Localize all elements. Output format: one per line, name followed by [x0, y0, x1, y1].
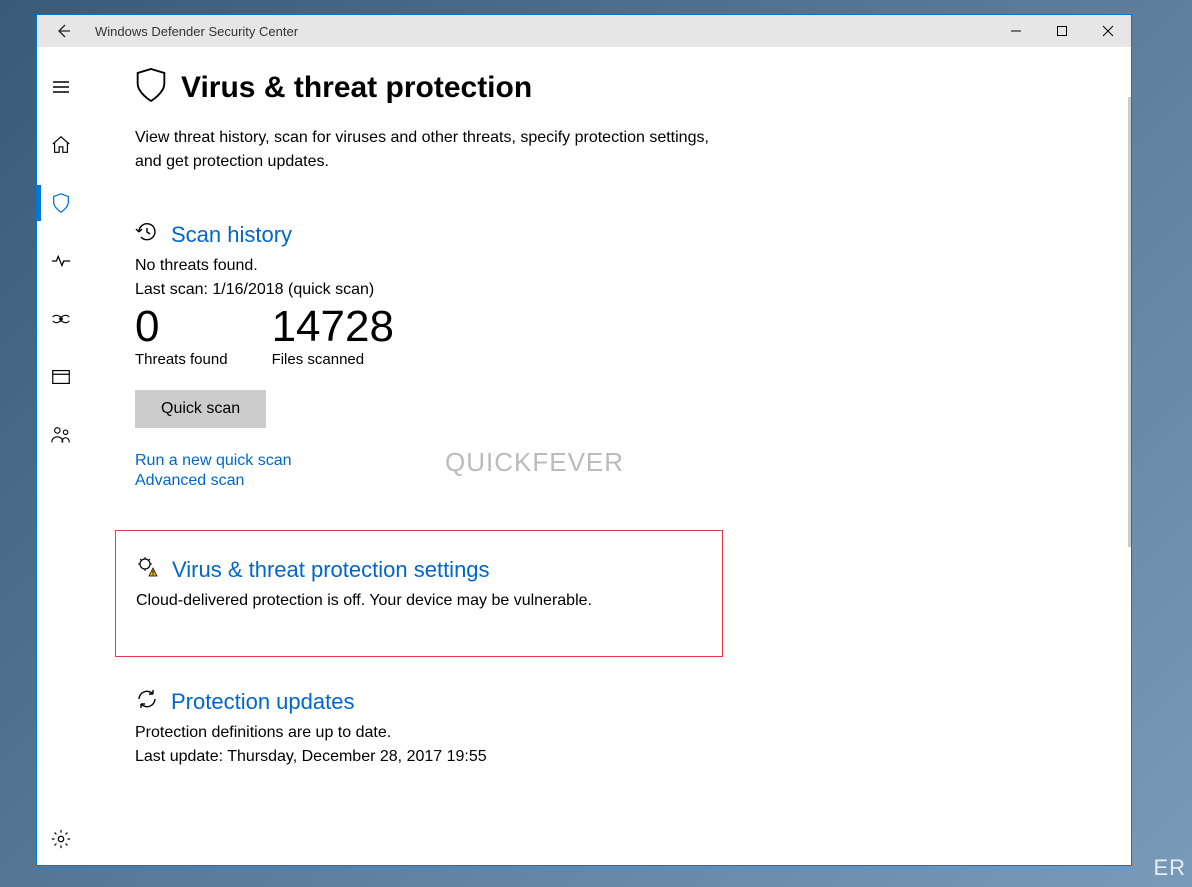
page-description: View threat history, scan for viruses an… [135, 126, 735, 174]
content-scrollbar[interactable] [1128, 97, 1131, 547]
page-header: Virus & threat protection [135, 67, 1081, 108]
back-button[interactable] [51, 19, 75, 43]
scan-history-link[interactable]: Scan history [171, 222, 292, 248]
defender-window: Windows Defender Security Center [36, 14, 1132, 866]
close-button[interactable] [1085, 15, 1131, 47]
updates-header[interactable]: Protection updates [135, 687, 1081, 716]
updates-last-text: Last update: Thursday, December 28, 2017… [135, 748, 1081, 766]
window-controls [993, 15, 1131, 47]
sidebar-family[interactable] [37, 411, 85, 459]
minimize-button[interactable] [993, 15, 1039, 47]
scan-history-header[interactable]: Scan history [135, 220, 1081, 249]
main-content: Virus & threat protection View threat hi… [85, 47, 1131, 865]
sidebar-settings[interactable] [37, 815, 85, 863]
sidebar [37, 47, 85, 865]
background-text-fragment: ER [1153, 855, 1186, 881]
last-scan-text: Last scan: 1/16/2018 (quick scan) [135, 281, 1081, 299]
files-scanned-stat: 14728 Files scanned [272, 305, 394, 368]
threats-found-label: Threats found [135, 351, 228, 368]
sidebar-firewall[interactable] [37, 295, 85, 343]
updates-link[interactable]: Protection updates [171, 689, 354, 715]
stat-row: 0 Threats found 14728 Files scanned [135, 305, 1081, 368]
sidebar-home[interactable] [37, 121, 85, 169]
run-new-scan-link[interactable]: Run a new quick scan [135, 452, 1081, 470]
updates-status-text: Protection definitions are up to date. [135, 724, 1081, 742]
files-scanned-label: Files scanned [272, 351, 394, 368]
quick-scan-button[interactable]: Quick scan [135, 390, 266, 428]
no-threats-text: No threats found. [135, 257, 1081, 275]
menu-hamburger[interactable] [37, 63, 85, 111]
settings-header[interactable]: Virus & threat protection settings [136, 555, 702, 584]
window-title: Windows Defender Security Center [95, 24, 298, 39]
page-title: Virus & threat protection [181, 71, 532, 105]
advanced-scan-link[interactable]: Advanced scan [135, 472, 1081, 490]
refresh-icon [135, 687, 159, 716]
settings-link[interactable]: Virus & threat protection settings [172, 557, 490, 583]
sidebar-device-performance[interactable] [37, 237, 85, 285]
files-scanned-value: 14728 [272, 305, 394, 349]
settings-warning-text: Cloud-delivered protection is off. Your … [136, 592, 702, 610]
maximize-button[interactable] [1039, 15, 1085, 47]
sidebar-virus-protection[interactable] [37, 179, 85, 227]
settings-warning-icon [136, 555, 160, 584]
titlebar: Windows Defender Security Center [37, 15, 1131, 47]
sidebar-app-browser[interactable] [37, 353, 85, 401]
shield-icon [135, 67, 167, 108]
threats-found-value: 0 [135, 305, 228, 349]
settings-highlight-box: Virus & threat protection settings Cloud… [115, 530, 723, 657]
history-icon [135, 220, 159, 249]
threats-found-stat: 0 Threats found [135, 305, 228, 368]
